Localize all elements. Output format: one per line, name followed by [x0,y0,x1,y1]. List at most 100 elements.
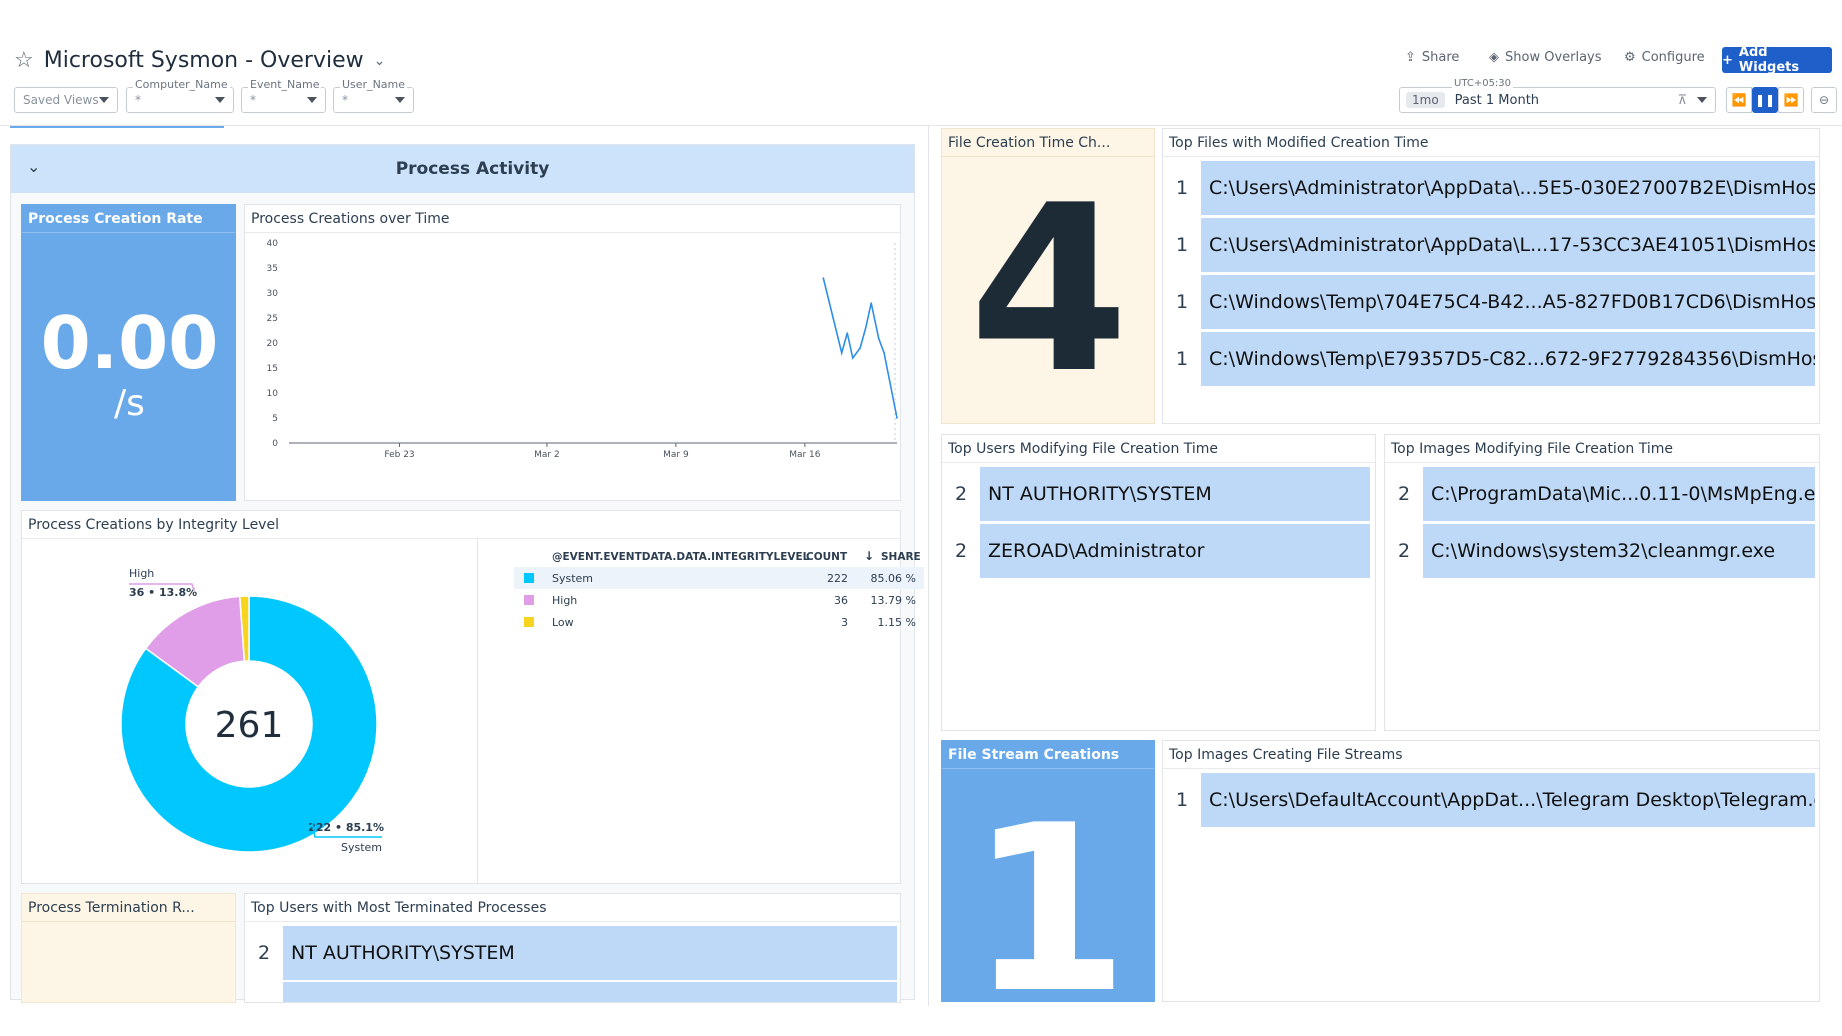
dashboard-title-row: ☆ Microsoft Sysmon - Overview ⌄ [14,48,385,73]
table-header: @EVENT.EVENTDATA.DATA.INTEGRITYLEVEL COU… [510,547,921,567]
item-bar: C:\Users\Administrator\AppData\...5E5-03… [1201,161,1815,215]
list-item[interactable]: 1 C:\Users\DefaultAccount\AppDat...\Tele… [1163,773,1815,827]
rank: 1 [1175,789,1189,811]
gear-icon: ⚙ [1624,50,1636,65]
top-images-modifying-widget[interactable]: Top Images Modifying File Creation Time … [1384,434,1820,731]
rank: 2 [954,540,968,562]
caret-down-icon [99,97,109,103]
legend-table-row[interactable]: System 222 85.06 % [514,567,924,589]
top-files-widget[interactable]: Top Files with Modified Creation Time 1 … [1162,128,1820,424]
share-button[interactable]: ⇪ Share [1405,50,1459,65]
caret-down-icon[interactable] [1697,97,1707,103]
sort-down-icon[interactable]: ↓ [864,549,874,563]
pie-center-total: 261 [215,705,284,746]
col-count-header[interactable]: COUNT [806,551,847,563]
top-users-modifying-widget[interactable]: Top Users Modifying File Creation Time 2… [941,434,1376,731]
dashboard-title[interactable]: Microsoft Sysmon - Overview [44,48,364,73]
widget-title-bar: Top Files with Modified Creation Time [1163,129,1819,157]
share-icon: ⇪ [1405,50,1416,65]
data-point [896,417,898,419]
legend-table-row[interactable]: High 36 13.79 % [514,589,924,611]
pie-label-high-value: 36 • 13.8% [129,586,197,599]
list-item[interactable]: 2 ZEROAD\Administrator [942,524,1370,578]
list-item[interactable]: 2 NT AUTHORITY\SYSTEM [942,467,1370,521]
event-name-filter[interactable]: Event_Name * [241,78,326,113]
y-tick-label: 25 [267,314,278,324]
legend-count: 3 [841,615,848,629]
rank: 2 [954,483,968,505]
data-point [859,347,861,349]
process-creations-timeseries-widget[interactable]: Process Creations over Time 0 5 10 15 20 25 30… [244,204,901,501]
col-integrity-header[interactable]: @EVENT.EVENTDATA.DATA.INTEGRITYLEVEL [552,551,809,563]
widget-title: Process Creations by Integrity Level [28,517,279,533]
configure-label: Configure [1641,50,1705,65]
y-tick-label: 5 [272,414,278,424]
group-header: ⌄ Process Activity [11,145,914,193]
configure-button[interactable]: ⚙ Configure [1624,50,1705,65]
rate-unit: /s [114,383,145,424]
rank: 2 [1397,540,1411,562]
time-range-picker[interactable]: UTC+05:30 1mo Past 1 Month ⊼ [1399,78,1716,113]
widget-title: Top Files with Modified Creation Time [1169,135,1429,151]
user-name-filter[interactable]: User_Name * [333,78,414,113]
file-stream-creations-widget[interactable]: File Stream Creations 1 [941,740,1155,1002]
rank: 1 [1175,291,1189,313]
widget-title-bar: Top Users Modifying File Creation Time [942,435,1375,463]
time-range-label: Past 1 Month [1454,92,1540,108]
widget-title: File Stream Creations [948,747,1120,763]
filter-label: User_Name [340,78,408,91]
donut-chart[interactable]: 261 High 36 • 13.8% 222 • 85.1% System [22,539,477,883]
saved-views-select[interactable]: Saved Views [14,87,118,113]
list-item[interactable]: 2 NT AUTHORITY\SYSTEM [245,926,897,980]
list-item[interactable]: 1 C:\Windows\Temp\E79357D5-C82...672-9F2… [1163,332,1815,386]
zoom-out-button[interactable]: ⊖ [1811,87,1837,113]
list-item[interactable]: 1 C:\Windows\Temp\704E75C4-B42...A5-827F… [1163,275,1815,329]
x-tick-label: Mar 16 [789,450,821,460]
file-creation-time-widget[interactable]: File Creation Time Ch... 4 [941,128,1155,424]
star-icon[interactable]: ☆ [14,48,34,73]
widget-title: Process Termination R... [28,900,195,916]
group-title: Process Activity [395,159,550,179]
pin-icon[interactable]: ⊼ [1677,93,1687,108]
top-images-file-streams-widget[interactable]: Top Images Creating File Streams 1 C:\Us… [1162,740,1820,1002]
time-pill: 1mo [1406,92,1445,108]
filter-value: * [342,93,348,107]
data-point [877,337,880,339]
saved-views-label: Saved Views [23,93,99,107]
data-point [851,357,854,359]
list-item[interactable]: 1 C:\Users\Administrator\AppData\L...17-… [1163,218,1815,272]
pause-button[interactable]: ❚❚ [1752,87,1778,113]
pie-label-system-name: System [341,841,382,854]
list-item[interactable]: 2 C:\ProgramData\Mic...0.11-0\MsMpEng.ex… [1385,467,1815,521]
plus-icon: + [1722,52,1733,68]
y-tick-label: 40 [267,239,279,249]
list-item[interactable]: 1 C:\Users\Administrator\AppData\...5E5-… [1163,161,1815,215]
data-point [846,332,849,334]
x-tick-label: Mar 2 [534,450,560,460]
chevron-down-icon[interactable]: ⌄ [374,53,386,69]
forward-button[interactable]: ⏩ [1778,87,1804,113]
col-share-header[interactable]: SHARE [881,551,921,563]
show-overlays-button[interactable]: ◈ Show Overlays [1489,50,1602,65]
y-tick-label: 15 [267,364,278,374]
file-stream-value: 1 [968,777,1130,1002]
widget-title: Process Creations over Time [251,211,450,227]
timeseries-chart[interactable]: 0 5 10 15 20 25 30 35 40 Feb 23 Mar 2 Mar 9 Mar 16 [245,233,900,500]
rewind-button[interactable]: ⏪ [1726,87,1752,113]
widget-title-bar: Top Images Creating File Streams [1163,741,1819,769]
y-tick-label: 20 [267,339,279,349]
item-bar-partial [283,982,897,1002]
share-label: Share [1421,50,1460,65]
top-terminated-users-widget[interactable]: Top Users with Most Terminated Processes… [244,893,901,1003]
add-widgets-button[interactable]: + Add Widgets [1722,45,1832,75]
widget-title-bar: File Creation Time Ch... [942,129,1154,157]
widget-title: File Creation Time Ch... [948,135,1111,151]
list-item[interactable]: 2 C:\Windows\system32\cleanmgr.exe [1385,524,1815,578]
rank: 2 [1397,483,1411,505]
integrity-level-widget[interactable]: Process Creations by Integrity Level 261… [21,510,924,884]
computer-name-filter[interactable]: Computer_Name * [126,78,234,113]
process-termination-rate-widget[interactable]: Process Termination R... [21,893,236,1003]
process-creation-rate-widget[interactable]: Process Creation Rate 0.00 /s [21,204,236,501]
filter-value: * [250,93,256,107]
legend-table-row[interactable]: Low 3 1.15 % [514,611,924,633]
